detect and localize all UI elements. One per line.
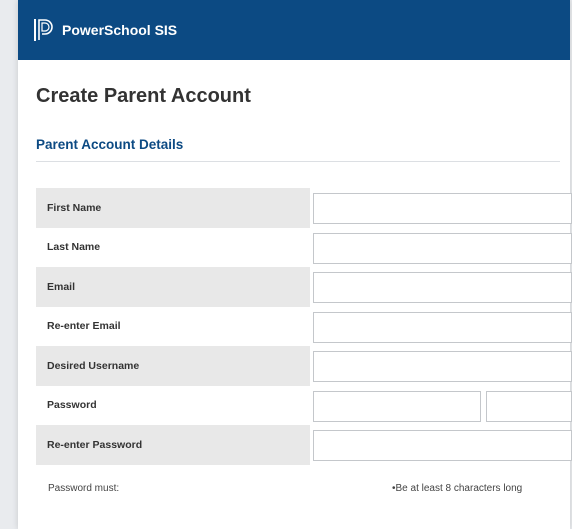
page-frame: PowerSchool SIS Create Parent Account Pa…: [18, 0, 572, 529]
reenter-password-input[interactable]: [313, 430, 572, 461]
powerschool-logo-icon: [34, 19, 53, 41]
form-row-reenter-password: Re-enter Password: [36, 425, 572, 465]
page-title: Create Parent Account: [36, 85, 251, 107]
last-name-input[interactable]: [313, 232, 572, 264]
last-name-label: Last Name: [47, 241, 101, 254]
form-row-password: Password: [36, 386, 572, 426]
section-divider: [36, 161, 560, 162]
reenter-email-input[interactable]: [313, 311, 572, 343]
label-cell: Re-enter Password: [36, 425, 310, 465]
parent-account-form: First Name Last Name Email Re-enter Emai…: [36, 188, 572, 465]
reenter-password-label: Re-enter Password: [47, 438, 143, 451]
brand-name: PowerSchool SIS: [62, 22, 178, 38]
header-bar: PowerSchool SIS: [18, 0, 570, 60]
password-label: Password: [47, 399, 97, 412]
form-row-desired-username: Desired Username: [36, 346, 572, 386]
label-cell: Password: [36, 386, 310, 426]
form-row-first-name: First Name: [36, 188, 572, 228]
email-input[interactable]: [313, 272, 572, 303]
password-requirements-label: Password must:: [48, 483, 120, 494]
reenter-email-label: Re-enter Email: [47, 320, 121, 333]
label-cell: Email: [36, 267, 310, 307]
first-name-label: First Name: [47, 201, 102, 214]
section-title: Parent Account Details: [36, 137, 184, 152]
label-cell: First Name: [36, 188, 310, 228]
label-cell: Re-enter Email: [36, 307, 310, 347]
email-label: Email: [47, 280, 76, 293]
label-cell: Last Name: [36, 228, 310, 268]
password-input[interactable]: [313, 390, 481, 422]
password-requirement-length: •Be at least 8 characters long: [392, 483, 523, 494]
first-name-input[interactable]: [313, 193, 572, 224]
label-cell: Desired Username: [36, 346, 310, 386]
form-row-last-name: Last Name: [36, 228, 572, 268]
desired-username-label: Desired Username: [47, 359, 140, 372]
form-row-reenter-email: Re-enter Email: [36, 307, 572, 347]
desired-username-input[interactable]: [313, 351, 572, 382]
form-row-email: Email: [36, 267, 572, 307]
password-strength-box: [486, 390, 572, 422]
